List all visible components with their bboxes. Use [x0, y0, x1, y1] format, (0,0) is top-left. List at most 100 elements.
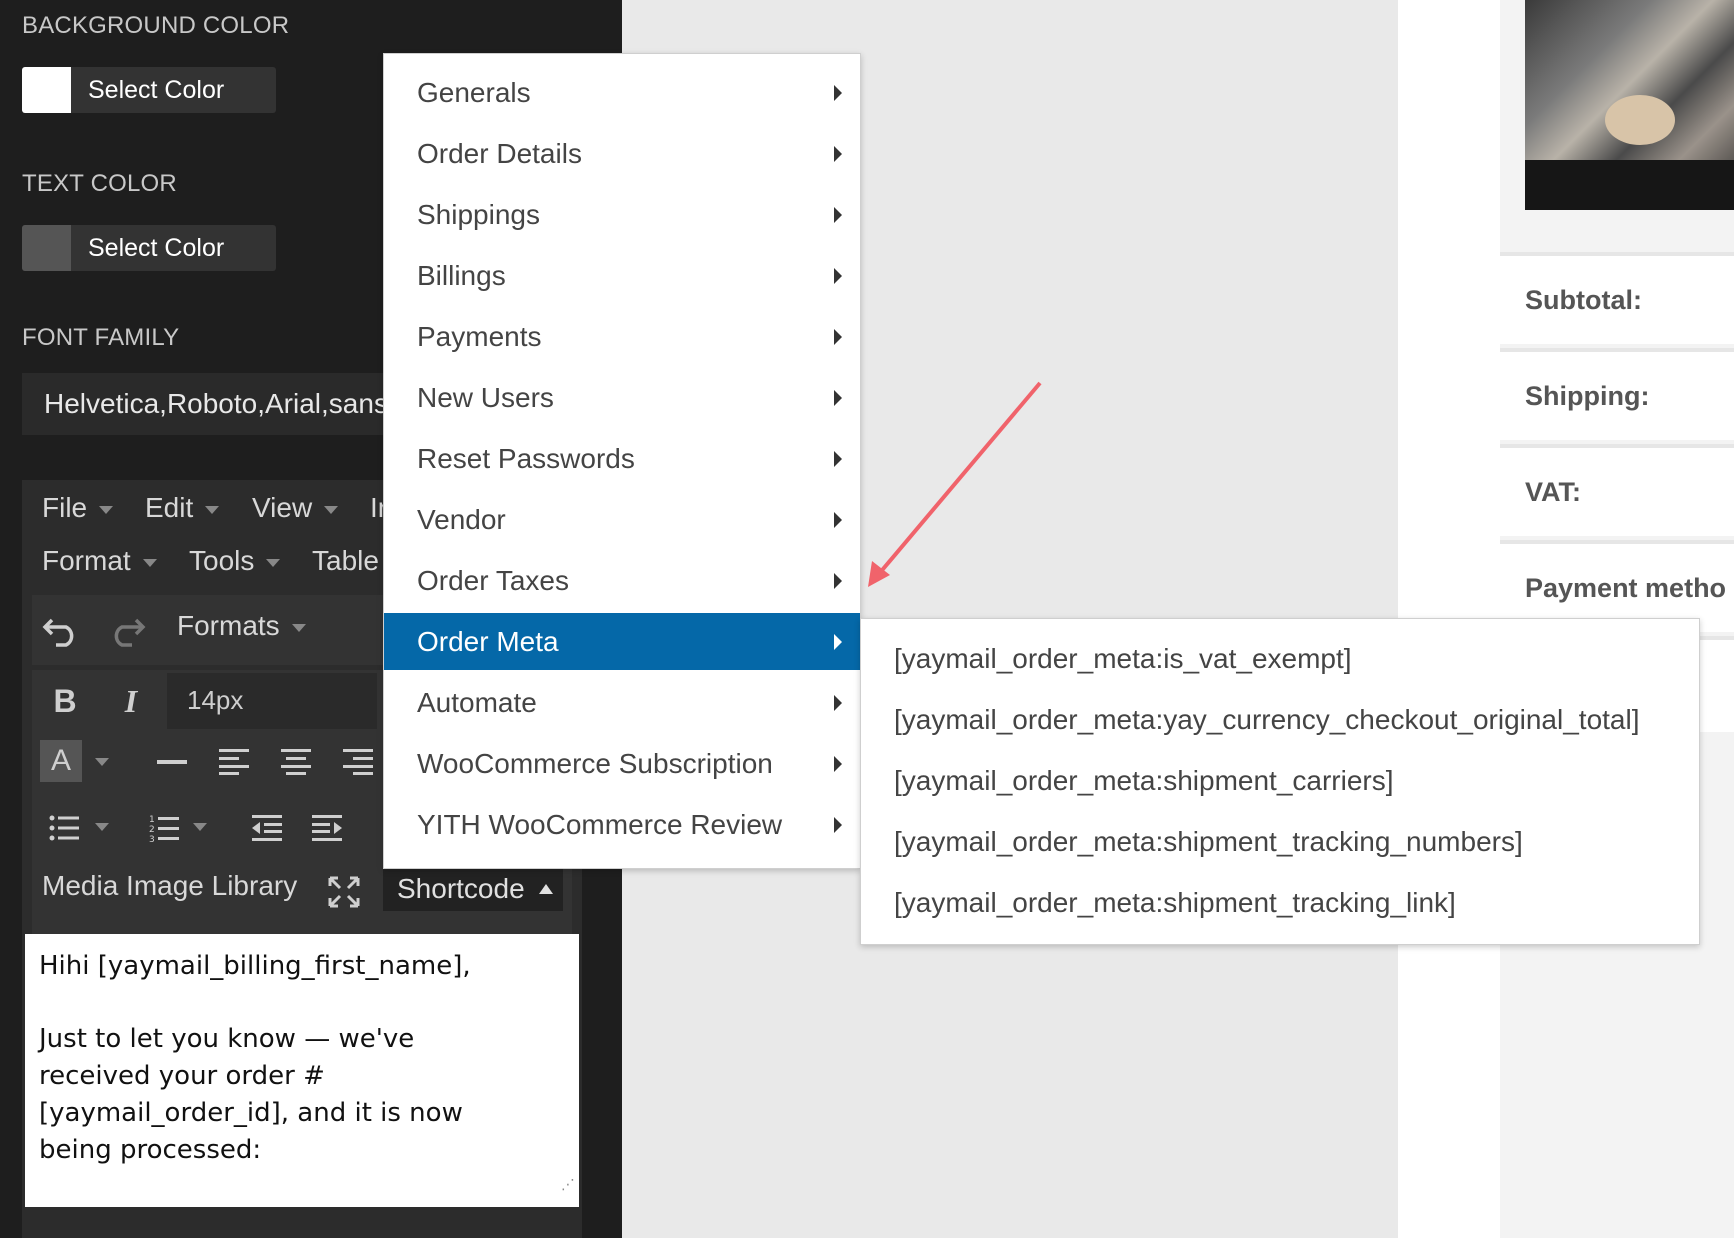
background-color-button-label: Select Color	[88, 75, 225, 104]
submenu-item[interactable]: [yaymail_order_meta:shipment_tracking_nu…	[861, 813, 1699, 870]
body-line: Hihi [yaymail_billing_first_name],	[39, 951, 471, 981]
submenu-item[interactable]: [yaymail_order_meta:yay_currency_checkou…	[861, 691, 1699, 748]
menu-item-billings[interactable]: Billings	[384, 247, 860, 304]
menu-item-order-meta[interactable]: Order Meta	[384, 613, 860, 670]
menu-item-label: Generals	[417, 76, 531, 108]
align-left-icon[interactable]	[212, 740, 256, 784]
italic-icon[interactable]: I	[108, 677, 154, 725]
text-color-button[interactable]: Select Color	[22, 225, 276, 271]
chevron-right-icon	[834, 755, 842, 772]
menu-item-label: Vendor	[417, 503, 506, 535]
menu-item-label: Billings	[417, 259, 506, 291]
menu-item-order-taxes[interactable]: Order Taxes	[384, 552, 860, 609]
menu-edit[interactable]: Edit	[145, 492, 220, 524]
fullscreen-icon[interactable]	[322, 870, 366, 914]
menu-item-vendor[interactable]: Vendor	[384, 491, 860, 548]
chevron-down-icon[interactable]	[190, 817, 210, 837]
submenu-item[interactable]: [yaymail_order_meta:is_vat_exempt]	[861, 630, 1699, 687]
chevron-right-icon	[834, 206, 842, 223]
submenu-item[interactable]: [yaymail_order_meta:shipment_tracking_li…	[861, 874, 1699, 931]
background-color-swatch	[22, 67, 71, 113]
menu-item-label: Reset Passwords	[417, 442, 635, 474]
email-body-editor[interactable]: Hihi [yaymail_billing_first_name], Just …	[25, 934, 579, 1207]
font-family-label: FONT FAMILY	[22, 324, 180, 351]
menu-item-order-details[interactable]: Order Details	[384, 125, 860, 182]
menu-item-reset-passwords[interactable]: Reset Passwords	[384, 430, 860, 487]
bold-icon[interactable]: B	[42, 677, 88, 725]
svg-text:3: 3	[149, 835, 155, 842]
chevron-down-icon[interactable]	[92, 752, 112, 772]
menu-item-label: YITH WooCommerce Review	[417, 808, 783, 840]
menu-item-label: New Users	[417, 381, 554, 413]
body-line: [yaymail_order_id], and it is now	[39, 1098, 463, 1128]
shortcode-button-label: Shortcode	[397, 873, 525, 904]
bullet-list-icon[interactable]	[42, 806, 86, 850]
menu-item-label: Order Taxes	[417, 564, 569, 596]
menu-item-label: Order Meta	[417, 625, 559, 657]
indent-icon[interactable]	[306, 806, 350, 850]
menu-item-generals[interactable]: Generals	[384, 64, 860, 121]
text-color-button-label: Select Color	[88, 233, 225, 262]
text-color-icon[interactable]: A	[40, 740, 82, 782]
chevron-right-icon	[834, 145, 842, 162]
menu-tools[interactable]: Tools	[189, 545, 281, 577]
menu-file[interactable]: File	[42, 492, 114, 524]
chevron-right-icon	[834, 84, 842, 101]
shortcode-menu: Generals Order Details Shippings Billings Pa…	[383, 53, 861, 869]
align-center-icon[interactable]	[274, 740, 318, 784]
outdent-icon[interactable]	[244, 806, 288, 850]
chevron-right-icon	[834, 633, 842, 650]
body-line: being processed:	[39, 1135, 262, 1165]
chevron-right-icon	[834, 267, 842, 284]
menu-item-automate[interactable]: Automate	[384, 674, 860, 731]
shipping-row: Shipping:	[1500, 348, 1734, 440]
numbered-list-icon[interactable]: 123	[142, 806, 186, 850]
svg-text:2: 2	[149, 825, 155, 835]
text-color-label: TEXT COLOR	[22, 170, 177, 197]
submenu-item[interactable]: [yaymail_order_meta:shipment_carriers]	[861, 752, 1699, 809]
menu-item-label: Order Details	[417, 137, 582, 169]
horizontal-line-icon[interactable]	[150, 740, 194, 784]
body-line: received your order #	[39, 1061, 325, 1091]
body-line: Just to let you know — we've	[39, 1024, 415, 1054]
menu-item-payments[interactable]: Payments	[384, 308, 860, 365]
menu-item-woocommerce-subscription[interactable]: WooCommerce Subscription	[384, 735, 860, 792]
chevron-right-icon	[834, 450, 842, 467]
font-size-value: 14px	[187, 685, 244, 715]
chevron-right-icon	[834, 389, 842, 406]
menu-view[interactable]: View	[252, 492, 339, 524]
menu-table[interactable]: Table	[312, 545, 379, 577]
media-image-library-button[interactable]: Media Image Library	[42, 870, 297, 902]
chevron-right-icon	[834, 511, 842, 528]
chevron-right-icon	[834, 328, 842, 345]
menu-item-shippings[interactable]: Shippings	[384, 186, 860, 243]
redo-icon[interactable]	[104, 608, 148, 652]
menu-format[interactable]: Format	[42, 545, 157, 577]
shortcode-button[interactable]: Shortcode	[383, 867, 563, 911]
background-color-button[interactable]: Select Color	[22, 67, 276, 113]
caret-up-icon	[538, 884, 553, 894]
chevron-right-icon	[834, 816, 842, 833]
product-image	[1525, 0, 1734, 210]
font-family-select[interactable]: Helvetica,Roboto,Arial,sans	[22, 373, 442, 435]
annotation-arrow-icon	[868, 381, 1042, 587]
menu-item-new-users[interactable]: New Users	[384, 369, 860, 426]
vat-row: VAT:	[1500, 444, 1734, 536]
svg-text:1: 1	[149, 815, 155, 825]
background-color-label: BACKGROUND COLOR	[22, 12, 290, 39]
text-color-swatch	[22, 225, 71, 271]
chevron-right-icon	[834, 694, 842, 711]
menu-item-label: WooCommerce Subscription	[417, 747, 773, 779]
chevron-down-icon[interactable]	[92, 817, 112, 837]
undo-icon[interactable]	[40, 608, 84, 652]
align-right-icon[interactable]	[336, 740, 380, 784]
menu-item-label: Payments	[417, 320, 542, 352]
menu-item-label: Automate	[417, 686, 537, 718]
resize-handle-icon[interactable]: ⋰	[561, 1167, 575, 1204]
menu-item-yith-woocommerce-review[interactable]: YITH WooCommerce Review	[384, 796, 860, 853]
order-meta-submenu: [yaymail_order_meta:is_vat_exempt] [yayma…	[860, 618, 1700, 945]
subtotal-row: Subtotal:	[1500, 252, 1734, 344]
menu-item-label: Shippings	[417, 198, 540, 230]
formats-dropdown[interactable]: Formats	[177, 610, 306, 642]
font-size-select[interactable]: 14px	[167, 673, 377, 729]
